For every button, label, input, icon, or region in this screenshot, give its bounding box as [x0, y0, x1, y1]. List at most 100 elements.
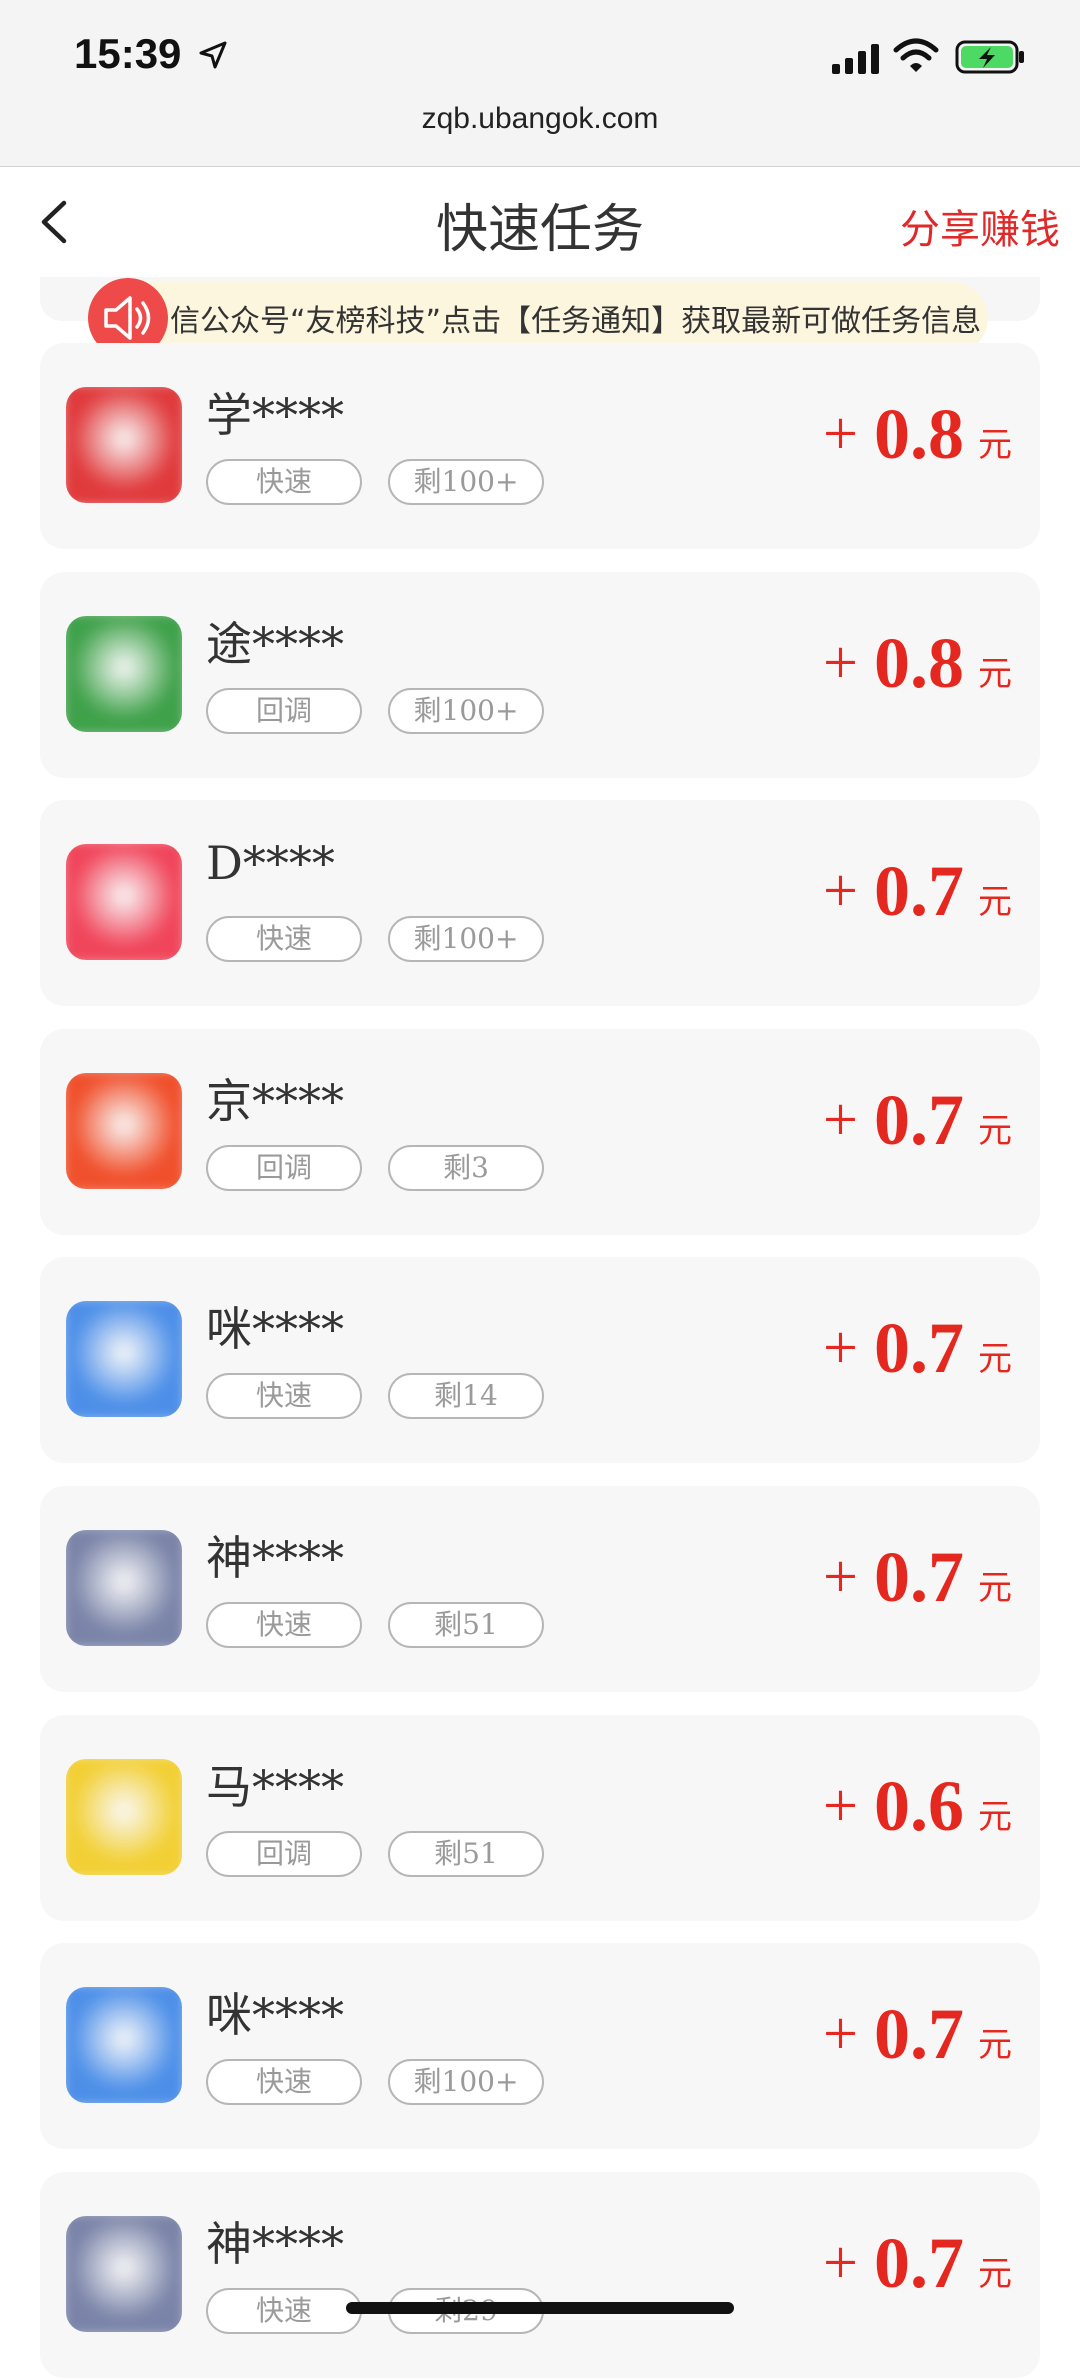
task-type-tag: 快速	[206, 2288, 362, 2334]
reward-unit: 元	[978, 2027, 1012, 2065]
share-earn-link[interactable]: 分享赚钱	[900, 197, 1060, 255]
reward-plus: +	[823, 1543, 858, 1611]
task-card[interactable]: 咪**** 快速 剩14 +0.7 元	[40, 1257, 1040, 1463]
task-remaining-tag: 剩14	[388, 1373, 544, 1419]
reward-amount: 0.7	[874, 1994, 964, 2074]
task-card[interactable]: 咪**** 快速 剩100+ +0.7 元	[40, 1943, 1040, 2149]
reward-plus: +	[823, 2000, 858, 2068]
task-card[interactable]: 神**** 快速 剩29 +0.7元	[40, 2172, 1040, 2378]
reward-plus: +	[823, 1772, 858, 1840]
task-card[interactable]: 京**** 回调 剩3 +0.7 元	[40, 1029, 1040, 1235]
status-and-url-bar: 15:39 zqb.ubangok.com	[0, 0, 1080, 167]
speaker-icon	[104, 296, 151, 340]
task-remaining-tag: 剩100+	[388, 916, 544, 962]
reward-amount: 0.6	[874, 1766, 964, 1846]
app-icon	[66, 1530, 182, 1646]
reward-unit: 元	[978, 656, 1012, 694]
home-indicator[interactable]	[346, 2302, 734, 2314]
task-card[interactable]: D**** 快速 剩100+ +0.7 元	[40, 800, 1040, 1006]
task-remaining-tag: 剩100+	[388, 2059, 544, 2105]
reward-plus: +	[823, 2229, 858, 2297]
reward-amount: 0.7	[874, 1080, 964, 1160]
reward-unit: 元	[978, 1799, 1012, 1837]
task-type-tag: 快速	[206, 2059, 362, 2105]
app-icon-image	[66, 1301, 182, 1417]
task-app-name: 学****	[206, 388, 344, 442]
task-app-name: D****	[206, 836, 335, 890]
wifi-icon	[893, 38, 939, 72]
task-reward: +0.6 元	[823, 1765, 1012, 1848]
reward-amount: 0.7	[874, 851, 964, 931]
task-app-name: 咪****	[206, 1988, 344, 2042]
task-card[interactable]: 学**** 快速 剩100+ +0.8 元	[40, 343, 1040, 549]
task-app-name: 马****	[206, 1760, 344, 1814]
browser-url[interactable]: zqb.ubangok.com	[0, 102, 1080, 136]
reward-amount: 0.8	[874, 394, 964, 474]
task-app-name: 途****	[206, 617, 344, 671]
navigation-bar: 快速任务 分享赚钱	[0, 167, 1080, 277]
app-icon	[66, 616, 182, 732]
reward-unit: 元	[978, 427, 1012, 465]
task-app-name: 神****	[206, 2217, 344, 2271]
task-type-tag: 快速	[206, 459, 362, 505]
reward-plus: +	[823, 629, 858, 697]
app-icon	[66, 1987, 182, 2103]
reward-unit: 元	[978, 884, 1012, 922]
task-type-tag: 快速	[206, 1373, 362, 1419]
app-icon	[66, 387, 182, 503]
task-app-name: 咪****	[206, 1302, 344, 1356]
task-reward: +0.7 元	[823, 1536, 1012, 1619]
app-icon-image	[66, 1987, 182, 2103]
app-icon	[66, 1073, 182, 1189]
task-card[interactable]: 马**** 回调 剩51 +0.6 元	[40, 1715, 1040, 1921]
task-reward: +0.7 元	[823, 1993, 1012, 2076]
battery-charging-icon	[955, 40, 1024, 74]
task-type-tag: 回调	[206, 688, 362, 734]
task-reward: +0.7 元	[823, 2222, 1012, 2305]
task-card[interactable]: 神**** 快速 剩51 +0.7 元	[40, 1486, 1040, 1692]
reward-amount: 0.7	[874, 1537, 964, 1617]
reward-plus: +	[823, 1086, 858, 1154]
task-reward: +0.7 元	[823, 1079, 1012, 1162]
reward-plus: +	[823, 400, 858, 468]
task-reward: +0.7 元	[823, 850, 1012, 933]
task-card[interactable]: 途**** 回调 剩100+ +0.8 元	[40, 572, 1040, 778]
task-type-tag: 回调	[206, 1145, 362, 1191]
app-icon	[66, 1759, 182, 1875]
app-icon	[66, 1301, 182, 1417]
notice-text: 信公众号“友榜科技”点击【任务通知】获取最新可做任务信息	[170, 304, 982, 339]
app-icon	[66, 2216, 182, 2332]
app-icon-image	[66, 2216, 182, 2332]
app-icon-image	[66, 844, 182, 960]
task-remaining-tag: 剩51	[388, 1602, 544, 1648]
app-icon-image	[66, 1530, 182, 1646]
location-arrow-icon	[199, 41, 227, 69]
reward-amount: 0.7	[874, 1308, 964, 1388]
app-icon	[66, 844, 182, 960]
task-remaining-tag: 剩100+	[388, 688, 544, 734]
cellular-signal-icon	[832, 44, 879, 74]
reward-amount: 0.8	[874, 623, 964, 703]
reward-unit: 元	[978, 1341, 1012, 1379]
reward-plus: +	[823, 1314, 858, 1382]
task-type-tag: 快速	[206, 916, 362, 962]
reward-unit: 元	[978, 1570, 1012, 1608]
task-remaining-tag: 剩51	[388, 1831, 544, 1877]
app-icon-image	[66, 1759, 182, 1875]
status-time: 15:39	[74, 30, 182, 77]
reward-unit: 元	[978, 1113, 1012, 1151]
app-icon-image	[66, 387, 182, 503]
app-icon-image	[66, 616, 182, 732]
task-remaining-tag: 剩3	[388, 1145, 544, 1191]
task-remaining-tag: 剩100+	[388, 459, 544, 505]
reward-amount: 0.7	[874, 2223, 964, 2303]
task-app-name: 神****	[206, 1531, 344, 1585]
task-type-tag: 快速	[206, 1602, 362, 1648]
app-icon-image	[66, 1073, 182, 1189]
task-reward: +0.7 元	[823, 1307, 1012, 1390]
task-reward: +0.8 元	[823, 393, 1012, 476]
reward-plus: +	[823, 857, 858, 925]
task-reward: +0.8 元	[823, 622, 1012, 705]
reward-unit: 元	[978, 2256, 1012, 2294]
task-type-tag: 回调	[206, 1831, 362, 1877]
